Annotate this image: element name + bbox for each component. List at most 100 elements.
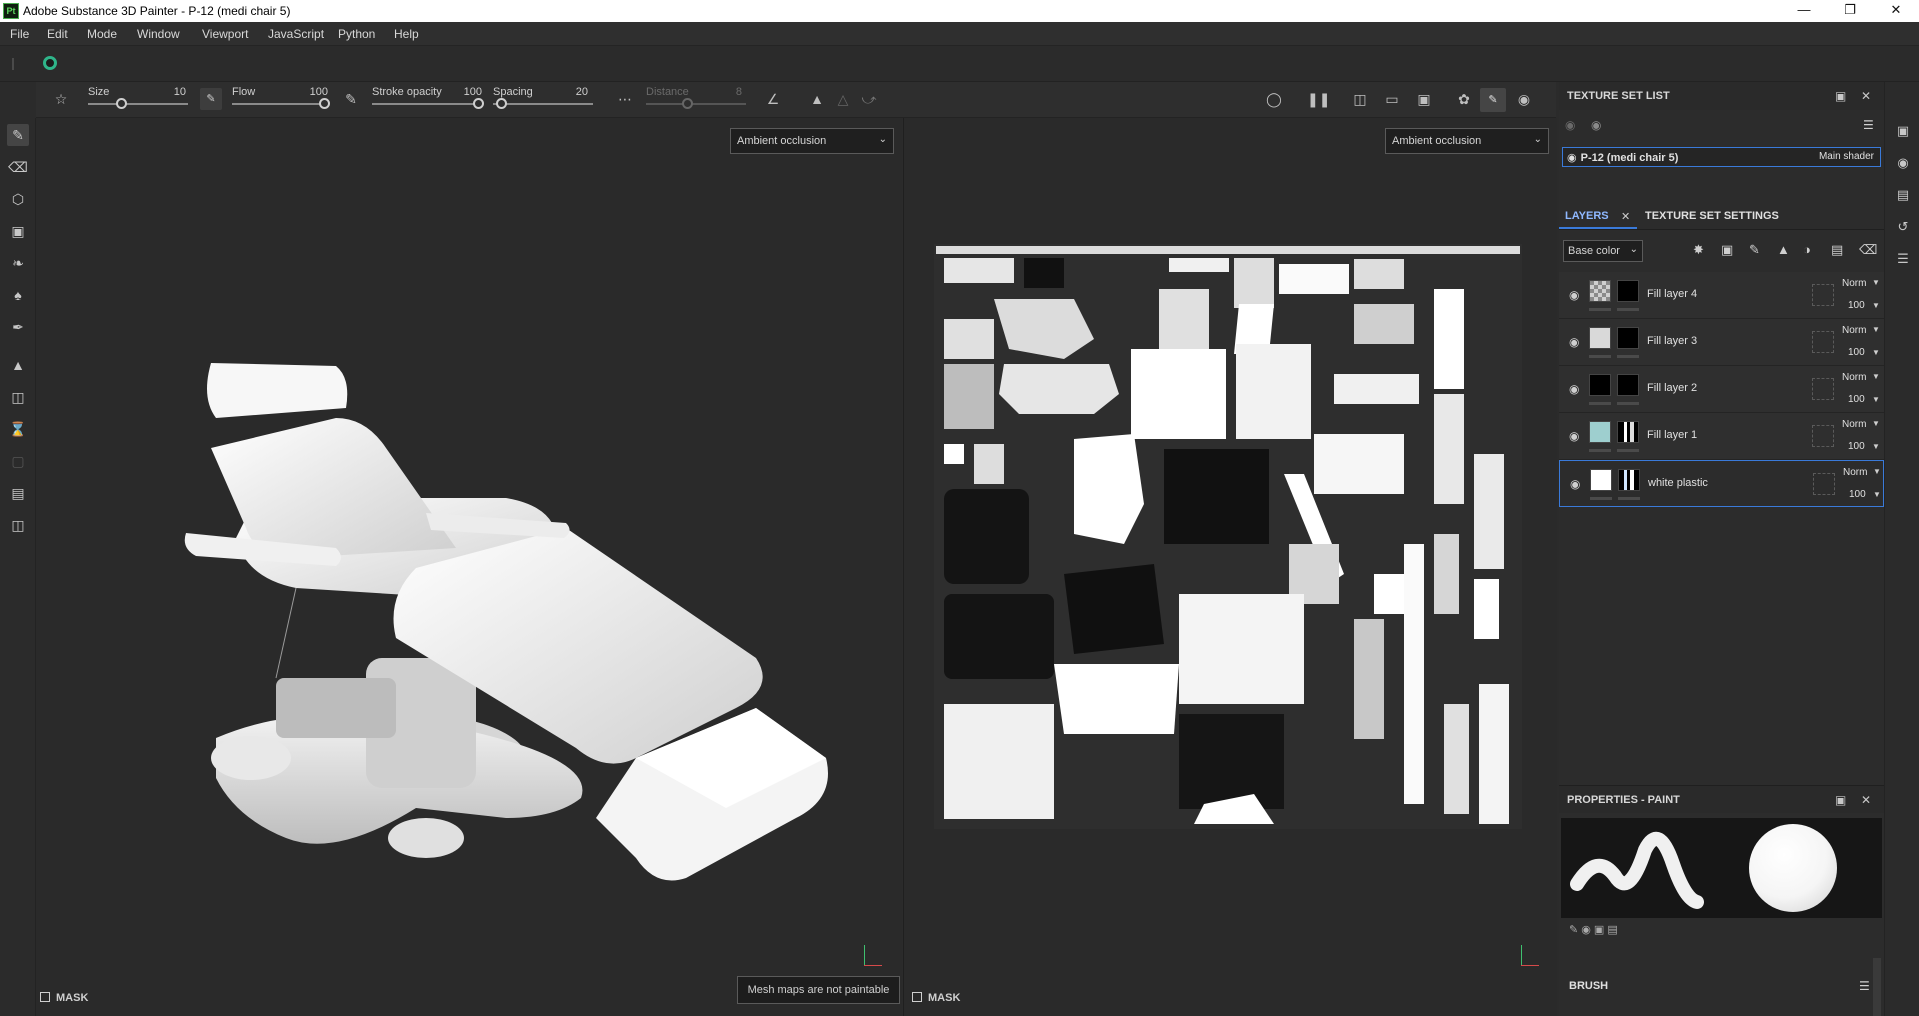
display-settings-icon[interactable]: ▣ <box>1892 120 1914 142</box>
layer-row-selected[interactable]: ◉ white plastic Norm ▼ 100 ▼ <box>1559 460 1884 507</box>
layer-geometry-mask[interactable] <box>1812 331 1834 353</box>
viewport-3d-mask-toggle[interactable]: MASK <box>40 992 88 1004</box>
split-view-icon[interactable]: ◫ <box>1349 88 1371 110</box>
shelf-icon[interactable]: ◫ <box>7 514 29 536</box>
size-slider[interactable] <box>88 103 188 105</box>
flow-slider-handle[interactable] <box>319 98 330 109</box>
close-panel-icon[interactable]: ✕ <box>1861 793 1871 807</box>
eye-icon[interactable]: ◉ <box>1569 429 1579 443</box>
add-mask-icon[interactable]: ▣ <box>1721 242 1733 258</box>
section-menu-icon[interactable]: ☰ <box>1859 979 1870 993</box>
log-icon[interactable]: ☰ <box>1892 248 1914 270</box>
bake-icon[interactable]: ▲ <box>7 354 29 376</box>
stroke-opacity-value[interactable]: 100 <box>452 86 482 98</box>
tab-texture-set-settings[interactable]: TEXTURE SET SETTINGS <box>1645 210 1779 222</box>
viewport-3d[interactable]: Ambient occlusion ⌄ MASK <box>36 118 902 1016</box>
paint-mode-icon[interactable]: ✎ <box>1480 88 1506 112</box>
history-icon[interactable]: ↺ <box>1892 216 1914 238</box>
layer-blend-mode[interactable]: Norm <box>1842 325 1866 336</box>
viewport-2d-mask-toggle[interactable]: MASK <box>912 992 960 1004</box>
angle-icon[interactable]: ∠ <box>762 88 784 110</box>
properties-scrollbar[interactable] <box>1873 958 1881 1016</box>
layer-blend-mode[interactable]: Norm <box>1842 419 1866 430</box>
eraser-icon[interactable]: ⌫ <box>7 156 29 178</box>
delete-layer-icon[interactable]: ⌫ <box>1859 242 1877 258</box>
layer-geometry-mask[interactable] <box>1812 284 1834 306</box>
layer-row[interactable]: ◉ Fill layer 3 Norm ▼ 100 ▼ <box>1559 319 1884 366</box>
render-icon[interactable]: ✿ <box>1453 88 1475 110</box>
menu-javascript[interactable]: JavaScript <box>268 27 324 41</box>
distance-slider-handle[interactable] <box>682 98 693 109</box>
layer-opacity[interactable]: 100 <box>1848 441 1865 452</box>
uv-texture-map[interactable] <box>934 244 1522 829</box>
size-value[interactable]: 10 <box>156 86 186 98</box>
tab-layers-close-icon[interactable]: ✕ <box>1621 210 1630 223</box>
color-picker-icon[interactable]: ✒ <box>7 316 29 338</box>
restore-icon[interactable]: ❐ <box>1827 0 1873 22</box>
camera-icon[interactable]: ▣ <box>1413 88 1435 110</box>
spacing-slider[interactable] <box>493 103 593 105</box>
smudge-icon[interactable]: ❧ <box>7 252 29 274</box>
layer-blend-mode[interactable]: Norm <box>1842 372 1866 383</box>
layer-opacity[interactable]: 100 <box>1848 300 1865 311</box>
chair-3d-model[interactable] <box>36 118 902 1016</box>
layer-blend-mode[interactable]: Norm <box>1843 467 1867 478</box>
undock-icon[interactable]: ▣ <box>1835 793 1846 807</box>
layer-channel-dropdown[interactable]: Base color ⌄ <box>1563 240 1643 262</box>
layer-geometry-mask[interactable] <box>1812 425 1834 447</box>
layer-opacity[interactable]: 100 <box>1848 394 1865 405</box>
menu-viewport[interactable]: Viewport <box>202 27 248 41</box>
texture-set-row[interactable]: ◉ P-12 (medi chair 5) Main shader <box>1562 147 1881 167</box>
flow-pressure-icon[interactable]: ✎ <box>340 88 362 110</box>
tab-layers[interactable]: LAYERS <box>1565 210 1609 222</box>
symmetry-tool-icon[interactable]: ☆ <box>50 88 72 110</box>
viewport-2d[interactable]: Ambient occlusion ⌄ MASK <box>903 118 1557 1016</box>
add-paint-layer-icon[interactable]: ✎ <box>1749 242 1760 258</box>
layer-opacity[interactable]: 100 <box>1849 489 1866 500</box>
cube-view-icon[interactable]: ▭ <box>1381 88 1403 110</box>
align-icon[interactable]: ⤻ <box>858 88 880 110</box>
add-folder-icon[interactable]: ▤ <box>1831 242 1843 258</box>
size-slider-handle[interactable] <box>116 98 127 109</box>
shader-name[interactable]: Main shader <box>1819 151 1874 162</box>
flow-value[interactable]: 100 <box>298 86 328 98</box>
eye-icon[interactable]: ◉ <box>1567 152 1577 164</box>
projection-icon[interactable]: ⬡ <box>7 188 29 210</box>
geometry-mask-icon[interactable]: ◫ <box>7 386 29 408</box>
layer-row[interactable]: ◉ Fill layer 1 Norm ▼ 100 ▼ <box>1559 413 1884 460</box>
menu-edit[interactable]: Edit <box>47 27 68 41</box>
hide-icon[interactable]: ◉ <box>1565 118 1575 132</box>
mirror-y-icon[interactable]: △ <box>832 88 854 110</box>
menu-window[interactable]: Window <box>137 27 180 41</box>
export-icon[interactable]: ▤ <box>7 482 29 504</box>
menu-file[interactable]: File <box>10 27 29 41</box>
paint-brush-icon[interactable]: ✎ <box>7 124 29 146</box>
menu-python[interactable]: Python <box>338 27 375 41</box>
eye-icon[interactable]: ◉ <box>1569 382 1579 396</box>
distance-value[interactable]: 8 <box>712 86 742 98</box>
menu-help[interactable]: Help <box>394 27 419 41</box>
layer-geometry-mask[interactable] <box>1812 378 1834 400</box>
hide-ui-icon[interactable]: ◯ <box>1263 88 1285 110</box>
close-panel-icon[interactable]: ✕ <box>1861 89 1871 103</box>
brush-options-icons[interactable]: ✎ ◉ ▣ ▤ <box>1569 923 1618 936</box>
eye-icon[interactable]: ◉ <box>1569 288 1579 302</box>
close-icon[interactable]: ✕ <box>1873 0 1919 22</box>
layer-row[interactable]: ◉ Fill layer 2 Norm ▼ 100 ▼ <box>1559 366 1884 413</box>
undock-icon[interactable]: ▣ <box>1835 89 1846 103</box>
list-menu-icon[interactable]: ☰ <box>1863 118 1874 132</box>
layer-blend-mode[interactable]: Norm <box>1842 278 1866 289</box>
show-icon[interactable]: ◉ <box>1591 118 1601 132</box>
add-fill-layer-icon[interactable]: ▲ <box>1777 242 1790 257</box>
menu-mode[interactable]: Mode <box>87 27 117 41</box>
stroke-opacity-slider[interactable] <box>372 103 482 105</box>
flow-slider[interactable] <box>232 103 328 105</box>
spacing-value[interactable]: 20 <box>558 86 588 98</box>
pen-pressure-icon[interactable]: ✎ <box>200 88 222 110</box>
spacing-slider-handle[interactable] <box>496 98 507 109</box>
layer-opacity[interactable]: 100 <box>1848 347 1865 358</box>
add-smart-material-icon[interactable]: ◑ <box>1803 242 1811 257</box>
slice-icon[interactable]: ▢ <box>7 450 29 472</box>
shader-settings-icon[interactable]: ◉ <box>1892 152 1914 174</box>
lazy-mouse-icon[interactable]: ⋯ <box>614 88 636 110</box>
